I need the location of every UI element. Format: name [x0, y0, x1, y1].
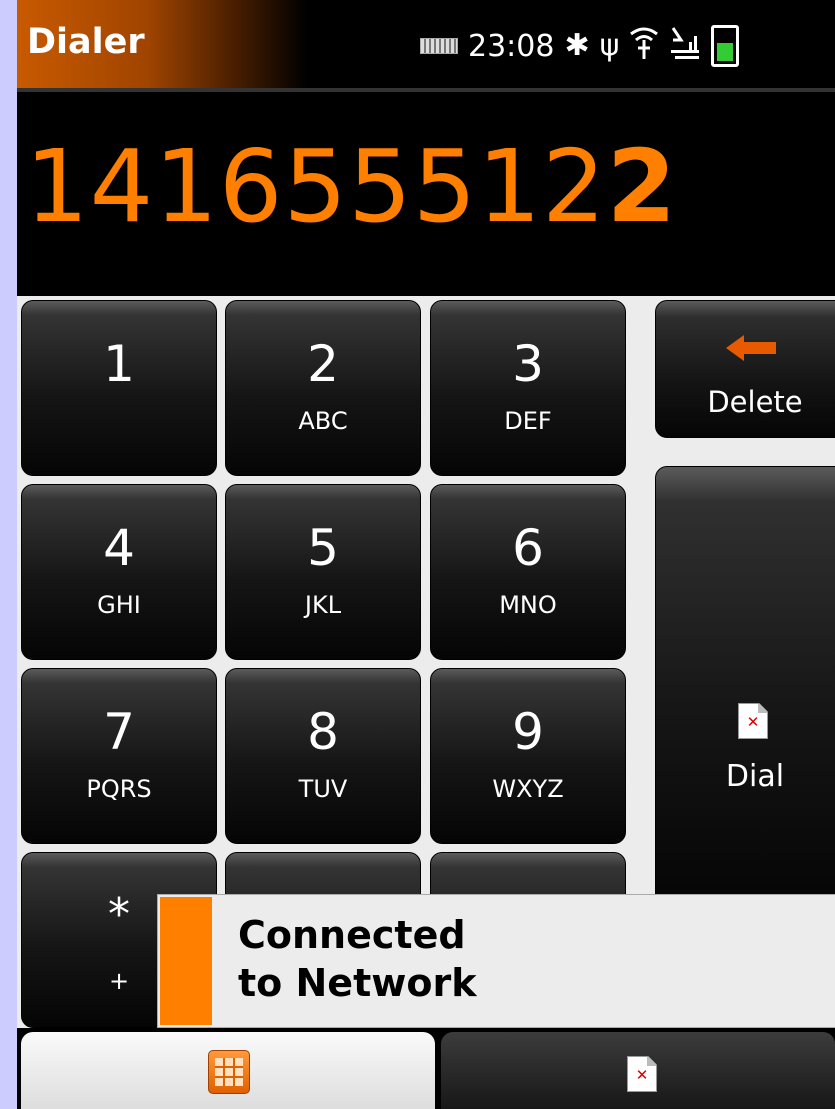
key-letters: ABC: [298, 407, 348, 435]
key-letters: GHI: [97, 591, 141, 619]
key-letters: JKL: [304, 591, 342, 619]
key-7[interactable]: 7 PQRS: [21, 668, 217, 844]
dialed-number-last-digit: 2: [606, 128, 678, 245]
key-digit: 6: [512, 519, 544, 577]
key-5[interactable]: 5 JKL: [225, 484, 421, 660]
battery-icon: [711, 25, 740, 67]
broken-image-icon: ✕: [627, 1056, 657, 1092]
broken-image-icon: ✕: [738, 703, 768, 739]
wifi-icon: [629, 26, 659, 66]
key-digit: 5: [307, 519, 339, 577]
key-4[interactable]: 4 GHI: [21, 484, 217, 660]
key-letters: WXYZ: [492, 775, 564, 803]
phone-screen: Dialer 23:08 ✱ ψ 1416555122 1 2 ABC 3 DE…: [17, 0, 835, 1109]
key-digit: 2: [307, 335, 339, 393]
clock: 23:08: [468, 28, 555, 64]
app-title: Dialer: [27, 22, 145, 62]
key-letters: PQRS: [86, 775, 152, 803]
key-8[interactable]: 8 TUV: [225, 668, 421, 844]
number-display: 1416555122: [17, 92, 835, 296]
delete-button[interactable]: Delete: [655, 300, 835, 438]
key-letters: DEF: [504, 407, 552, 435]
arrow-left-icon: [726, 335, 776, 361]
dialed-number-digits: 141655512: [25, 128, 607, 245]
tab-dialer[interactable]: [21, 1032, 435, 1109]
tab-secondary[interactable]: ✕: [441, 1032, 835, 1109]
notification-accent-bar: [160, 897, 212, 1025]
key-digit: 4: [103, 519, 135, 577]
notification-subtitle: to Network: [238, 961, 477, 1005]
dial-button[interactable]: ✕ Dial: [655, 466, 835, 906]
dialed-number: 1416555122: [25, 132, 677, 242]
key-digit: 1: [103, 335, 135, 393]
tab-bar: ✕: [17, 1028, 835, 1109]
network-notification[interactable]: Connected to Network: [157, 894, 835, 1028]
notification-title: Connected: [238, 913, 466, 957]
keyboard-icon[interactable]: [420, 38, 458, 54]
app-title-area: Dialer: [17, 0, 307, 88]
signal-icon: [669, 26, 701, 66]
key-digit: 7: [103, 703, 135, 761]
key-3[interactable]: 3 DEF: [430, 300, 626, 476]
key-digit: 3: [512, 335, 544, 393]
status-icons: 23:08 ✱ ψ: [420, 18, 740, 74]
key-6[interactable]: 6 MNO: [430, 484, 626, 660]
keypad-grid-icon: [208, 1050, 250, 1094]
dial-label: Dial: [725, 759, 785, 794]
key-letters: TUV: [298, 775, 348, 803]
key-9[interactable]: 9 WXYZ: [430, 668, 626, 844]
key-letters: MNO: [499, 591, 557, 619]
key-2[interactable]: 2 ABC: [225, 300, 421, 476]
status-bar: Dialer 23:08 ✱ ψ: [17, 0, 835, 92]
key-digit: 8: [307, 703, 339, 761]
usb-icon: ψ: [599, 28, 620, 63]
bluetooth-icon: ✱: [564, 28, 590, 63]
key-1[interactable]: 1: [21, 300, 217, 476]
key-digit: 9: [512, 703, 544, 761]
delete-label: Delete: [707, 385, 803, 419]
